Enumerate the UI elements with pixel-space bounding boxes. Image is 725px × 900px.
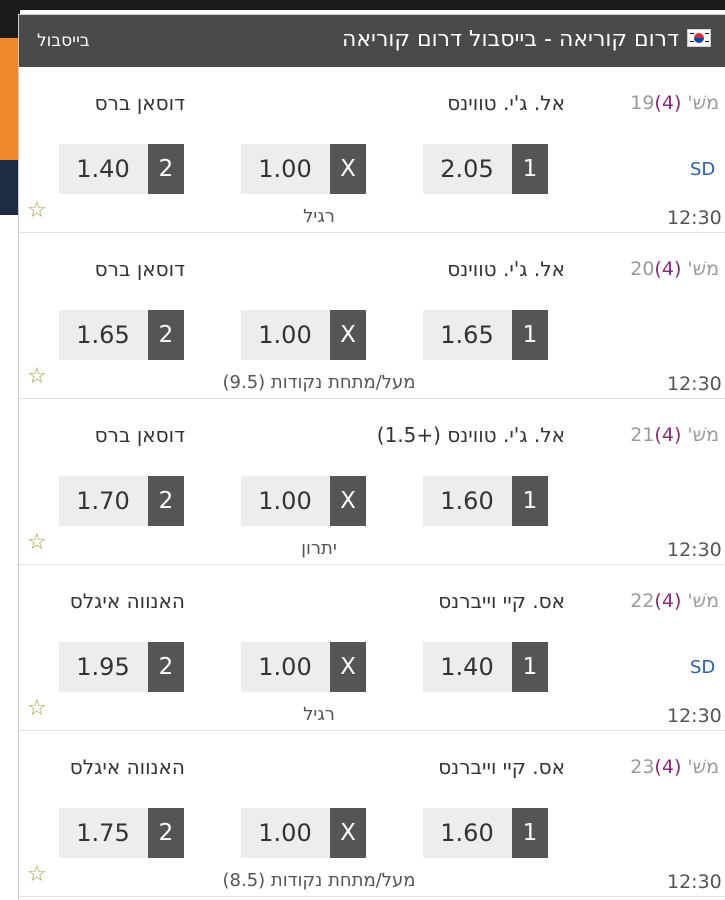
favorite-star-icon[interactable]: ☆ xyxy=(27,864,47,886)
away-team: דוסאן ברס xyxy=(94,257,185,281)
match-row: משׁ' (4)19 אל. ג'י. טווינס דוסאן ברס 2.0… xyxy=(19,67,725,233)
sd-badge: SD xyxy=(690,657,716,678)
odd-value: 1.60 xyxy=(440,819,494,847)
match-number: משׁ' (4)22 xyxy=(630,590,719,612)
odd-draw-button[interactable]: 1.00 X xyxy=(241,808,366,858)
odd-label: X xyxy=(330,310,366,360)
odd-label: 2 xyxy=(148,144,184,194)
favorite-star-icon[interactable]: ☆ xyxy=(27,532,47,554)
home-team: אס. קיי וייברנס xyxy=(438,755,565,779)
odd-label: 2 xyxy=(148,642,184,692)
bet-type: רגיל xyxy=(303,206,335,227)
odd-value: 1.00 xyxy=(258,155,312,183)
odd-value: 1.70 xyxy=(76,487,130,515)
top-strip xyxy=(0,0,725,10)
odd-label: X xyxy=(330,144,366,194)
odd-value: 1.75 xyxy=(76,819,130,847)
odd-value: 1.95 xyxy=(76,653,130,681)
match-time: 12:30 xyxy=(667,871,722,893)
away-team: האנווה איגלס xyxy=(69,755,185,779)
match-time: 12:30 xyxy=(667,539,722,561)
away-team: דוסאן ברס xyxy=(94,91,185,115)
sport-label: בייסבול xyxy=(37,31,90,51)
odd-value: 1.00 xyxy=(258,487,312,515)
background-edge xyxy=(0,0,20,900)
odd-label: 2 xyxy=(148,476,184,526)
odd-label: 1 xyxy=(512,808,548,858)
odd-away-button[interactable]: 1.70 2 xyxy=(59,476,184,526)
odd-label: X xyxy=(330,808,366,858)
odd-label: 1 xyxy=(512,310,548,360)
bet-type: מעל/מתחת נקודות (9.5) xyxy=(222,372,416,393)
odd-away-button[interactable]: 1.75 2 xyxy=(59,808,184,858)
match-row: משׁ' (4)23 אס. קיי וייברנס האנווה איגלס … xyxy=(19,731,725,897)
home-team: אל. ג'י. טווינס xyxy=(447,257,565,281)
odd-away-button[interactable]: 1.40 2 xyxy=(59,144,184,194)
odd-draw-button[interactable]: 1.00 X xyxy=(241,642,366,692)
odd-label: 1 xyxy=(512,144,548,194)
match-row: משׁ' (4)20 אל. ג'י. טווינס דוסאן ברס 1.6… xyxy=(19,233,725,399)
match-number: משׁ' (4)21 xyxy=(630,424,719,446)
match-row: משׁ' (4)22 אס. קיי וייברנס האנווה איגלס … xyxy=(19,565,725,731)
odd-value: 1.00 xyxy=(258,653,312,681)
odd-label: 1 xyxy=(512,476,548,526)
match-row: משׁ' (4)21 אל. ג'י. טווינס (+1.5) דוסאן … xyxy=(19,399,725,565)
odd-value: 1.00 xyxy=(258,321,312,349)
odd-value: 1.00 xyxy=(258,819,312,847)
home-team: אל. ג'י. טווינס xyxy=(447,91,565,115)
odd-draw-button[interactable]: 1.00 X xyxy=(241,476,366,526)
odd-away-button[interactable]: 1.65 2 xyxy=(59,310,184,360)
odd-label: 2 xyxy=(148,310,184,360)
home-team: אס. קיי וייברנס xyxy=(438,589,565,613)
favorite-star-icon[interactable]: ☆ xyxy=(27,698,47,720)
odd-home-button[interactable]: 2.05 1 xyxy=(423,144,548,194)
sd-badge: SD xyxy=(690,159,716,180)
odd-value: 1.60 xyxy=(440,487,494,515)
odd-label: X xyxy=(330,476,366,526)
favorite-star-icon[interactable]: ☆ xyxy=(27,366,47,388)
odd-draw-button[interactable]: 1.00 X xyxy=(241,310,366,360)
favorite-star-icon[interactable]: ☆ xyxy=(27,200,47,222)
match-time: 12:30 xyxy=(667,207,722,229)
odd-label: 2 xyxy=(148,808,184,858)
league-header[interactable]: דרום קוריאה - בייסבול דרום קוריאה בייסבו… xyxy=(19,15,725,67)
match-number: משׁ' (4)23 xyxy=(630,756,719,778)
odd-home-button[interactable]: 1.65 1 xyxy=(423,310,548,360)
away-team: האנווה איגלס xyxy=(69,589,185,613)
odd-value: 1.40 xyxy=(440,653,494,681)
match-number: משׁ' (4)19 xyxy=(630,92,719,114)
match-time: 12:30 xyxy=(667,705,722,727)
odd-value: 1.65 xyxy=(76,321,130,349)
league-title: דרום קוריאה - בייסבול דרום קוריאה xyxy=(341,27,679,52)
league-panel: דרום קוריאה - בייסבול דרום קוריאה בייסבו… xyxy=(18,14,725,900)
odd-value: 1.40 xyxy=(76,155,130,183)
odd-home-button[interactable]: 1.60 1 xyxy=(423,808,548,858)
odd-draw-button[interactable]: 1.00 X xyxy=(241,144,366,194)
odd-home-button[interactable]: 1.60 1 xyxy=(423,476,548,526)
home-team: אל. ג'י. טווינס (+1.5) xyxy=(376,423,565,447)
south-korea-flag-icon xyxy=(687,29,711,47)
odd-label: 1 xyxy=(512,642,548,692)
odd-value: 2.05 xyxy=(440,155,494,183)
bet-type: רגיל xyxy=(303,704,335,725)
away-team: דוסאן ברס xyxy=(94,423,185,447)
match-time: 12:30 xyxy=(667,373,722,395)
bet-type: יתרון xyxy=(301,538,337,559)
bet-type: מעל/מתחת נקודות (8.5) xyxy=(222,870,416,891)
odd-away-button[interactable]: 1.95 2 xyxy=(59,642,184,692)
match-number: משׁ' (4)20 xyxy=(630,258,719,280)
odd-label: X xyxy=(330,642,366,692)
odd-value: 1.65 xyxy=(440,321,494,349)
odd-home-button[interactable]: 1.40 1 xyxy=(423,642,548,692)
